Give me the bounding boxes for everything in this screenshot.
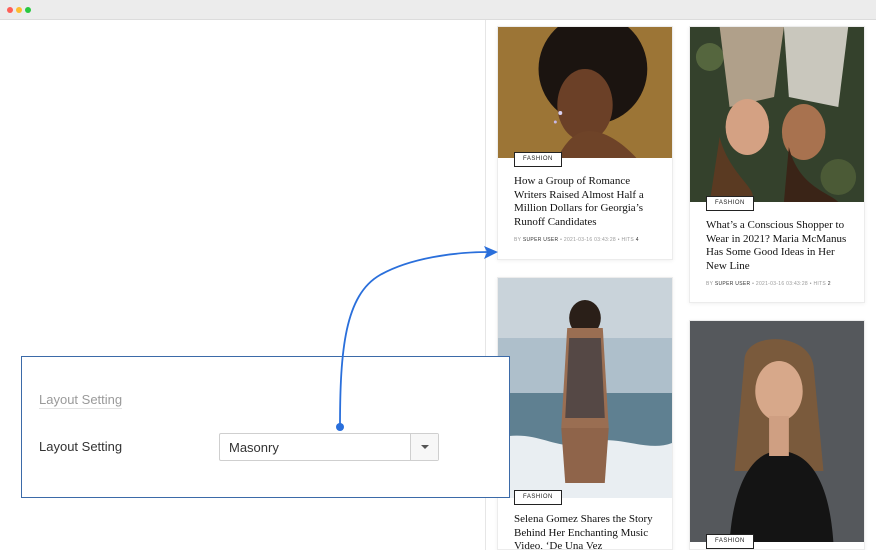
category-tag[interactable]: FASHION: [706, 196, 754, 211]
window-titlebar: [0, 0, 876, 20]
article-card[interactable]: FASHION What’s a Conscious Shopper to We…: [689, 26, 865, 303]
settings-legend: Layout Setting: [39, 392, 123, 409]
layout-setting-value[interactable]: Masonry: [229, 440, 279, 455]
article-image[interactable]: [498, 278, 672, 498]
meta-author[interactable]: SUPER USER: [523, 237, 559, 243]
article-image[interactable]: [498, 27, 672, 158]
zoom-window-button[interactable]: [25, 7, 31, 13]
meta-hits: 2: [827, 281, 831, 287]
article-meta: BY SUPER USER • 2021-03-16 03:43:28 • HI…: [514, 237, 639, 243]
article-image[interactable]: [690, 27, 864, 202]
meta-date: 2021-03-16 03:43:28: [563, 237, 616, 243]
article-card[interactable]: FASHION: [689, 320, 865, 550]
meta-by: BY: [514, 237, 522, 243]
content-area: FASHION How a Group of Romance Writers R…: [0, 20, 876, 550]
category-tag[interactable]: FASHION: [514, 490, 562, 505]
layout-setting-label: Layout Setting: [39, 439, 123, 454]
article-title[interactable]: Selena Gomez Shares the Story Behind Her…: [514, 513, 658, 549]
category-tag[interactable]: FASHION: [706, 534, 754, 549]
article-title[interactable]: How a Group of Romance Writers Raised Al…: [514, 175, 658, 229]
article-card[interactable]: FASHION How a Group of Romance Writers R…: [497, 26, 673, 260]
chevron-down-icon[interactable]: [421, 445, 429, 449]
meta-date: 2021-03-16 03:43:28: [755, 281, 808, 287]
meta-author[interactable]: SUPER USER: [715, 281, 751, 287]
meta-by: BY: [706, 281, 714, 287]
article-title[interactable]: What’s a Conscious Shopper to Wear in 20…: [706, 219, 850, 273]
close-window-button[interactable]: [7, 7, 13, 13]
article-meta: BY SUPER USER • 2021-03-16 03:43:28 • HI…: [706, 281, 831, 287]
layout-setting-select[interactable]: Masonry: [219, 433, 439, 461]
article-card[interactable]: FASHION Selena Gomez Shares the Story Be…: [497, 277, 673, 550]
article-image[interactable]: [690, 321, 864, 542]
layout-settings-panel: Layout Setting Layout Setting Masonry: [21, 356, 510, 498]
category-tag[interactable]: FASHION: [514, 152, 562, 167]
meta-hits-label: HITS: [621, 237, 635, 243]
minimize-window-button[interactable]: [16, 7, 22, 13]
dropdown-toggle-button[interactable]: [410, 434, 438, 460]
meta-hits-label: HITS: [813, 281, 827, 287]
meta-hits: 4: [635, 237, 639, 243]
